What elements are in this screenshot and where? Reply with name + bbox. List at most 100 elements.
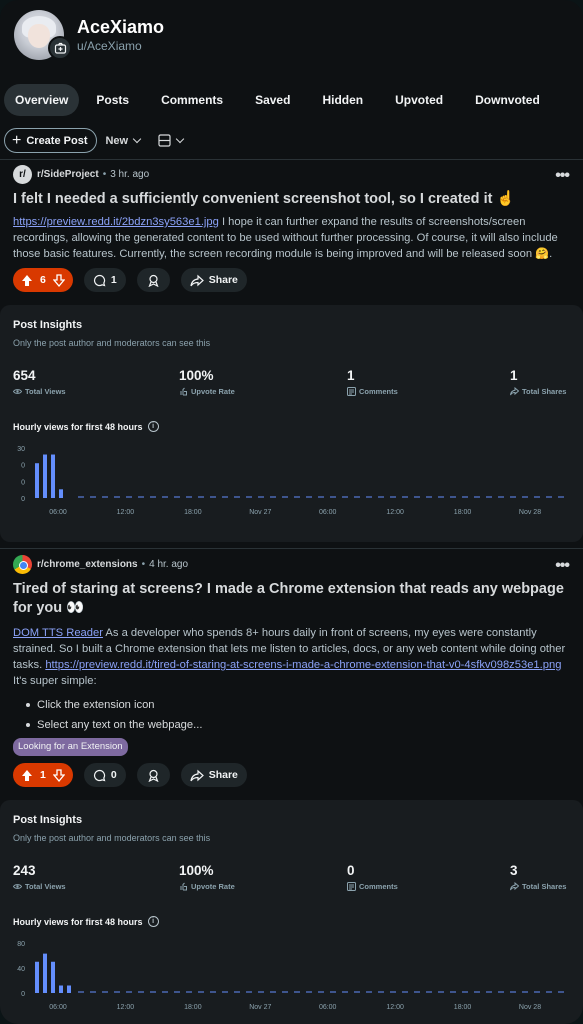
- vote-control: 6: [13, 268, 73, 292]
- downvote-icon[interactable]: [52, 273, 66, 287]
- post-age: 3 hr. ago: [110, 169, 150, 180]
- share-icon: [190, 769, 204, 781]
- more-options-icon[interactable]: •••: [555, 167, 570, 185]
- chart-bar: [35, 961, 39, 993]
- info-icon[interactable]: i: [147, 421, 159, 432]
- tab-comments[interactable]: Comments: [150, 84, 234, 116]
- tab-saved[interactable]: Saved: [244, 84, 301, 116]
- downvote-icon[interactable]: [52, 768, 66, 782]
- post-body: DOM TTS Reader As a developer who spends…: [13, 625, 573, 756]
- divider: [0, 159, 583, 160]
- post-link[interactable]: https://preview.redd.it/tired-of-staring…: [45, 659, 561, 671]
- award-button[interactable]: [136, 763, 170, 787]
- share-icon: [510, 387, 519, 396]
- stat-value: 3: [510, 863, 518, 878]
- tab-posts[interactable]: Posts: [85, 84, 140, 116]
- post-actions: 6 1 Share: [13, 268, 247, 292]
- post-title[interactable]: I felt I needed a sufficiently convenien…: [13, 190, 573, 209]
- divider: [0, 548, 583, 549]
- y-tick-label: 80: [17, 941, 25, 948]
- hourly-views-label: Hourly views for first 48 hours: [13, 916, 143, 927]
- stat-value: 1: [510, 368, 518, 383]
- x-tick-label: 12:00: [117, 1004, 135, 1011]
- y-tick-label: 30: [17, 446, 25, 453]
- x-tick-label: 12:00: [117, 509, 135, 516]
- toolbar: + Create Post New: [4, 128, 185, 153]
- sort-dropdown[interactable]: New: [105, 134, 142, 147]
- hourly-views-chart: 80 40 0 06:00 12:00 18:00 Nov 27 06:00 12:00 18:0…: [17, 941, 565, 1011]
- tab-overview[interactable]: Overview: [4, 84, 80, 116]
- tab-upvoted[interactable]: Upvoted: [384, 84, 454, 116]
- separator-dot: •: [102, 169, 107, 180]
- display-name: AceXiamo: [77, 17, 165, 37]
- tab-hidden[interactable]: Hidden: [311, 84, 374, 116]
- vote-control: 1: [13, 763, 73, 787]
- x-tick-label: 18:00: [454, 1004, 472, 1011]
- separator-dot: •: [141, 559, 146, 570]
- y-tick-label: 40: [17, 966, 25, 973]
- stat-label: Upvote Rate: [191, 387, 235, 396]
- eye-icon: [13, 884, 22, 889]
- chevron-down-icon: [175, 134, 185, 144]
- post-link[interactable]: https://preview.redd.it/2bdzn3sy563e1.jp…: [13, 216, 219, 228]
- x-tick-label: 06:00: [319, 1004, 337, 1011]
- stat-value: 0: [347, 863, 355, 878]
- post-meta: r/chrome_extensions • 4 hr. ago: [13, 555, 188, 574]
- upvote-icon[interactable]: [20, 768, 34, 782]
- chart-bar: [51, 454, 55, 498]
- insights-title: Post Insights: [13, 814, 83, 826]
- stat-label: Total Views: [25, 387, 66, 396]
- x-tick-label: 18:00: [184, 509, 202, 516]
- more-options-icon[interactable]: •••: [555, 557, 570, 575]
- comment-count: 0: [110, 769, 117, 781]
- stat-value: 243: [13, 863, 36, 878]
- comments-button[interactable]: 0: [83, 763, 126, 787]
- info-icon[interactable]: i: [147, 916, 159, 927]
- add-avatar-icon[interactable]: [48, 36, 72, 60]
- chevron-down-icon: [132, 134, 142, 144]
- list-item: Click the extension icon: [13, 695, 573, 715]
- subreddit-name[interactable]: r/chrome_extensions: [37, 559, 138, 570]
- subreddit-icon[interactable]: r/: [13, 165, 32, 184]
- insights-subtitle: Only the post author and moderators can …: [13, 833, 211, 843]
- upvote-icon[interactable]: [20, 273, 34, 287]
- x-tick-label: 12:00: [386, 1004, 404, 1011]
- stat-value: 1: [347, 368, 355, 383]
- x-tick-label: 06:00: [49, 1004, 67, 1011]
- post-insights: Post Insights Only the post author and m…: [0, 800, 583, 1024]
- post-age: 4 hr. ago: [149, 559, 189, 570]
- post-flair[interactable]: Looking for an Extension: [13, 738, 128, 756]
- comment-icon: [93, 274, 106, 286]
- y-tick-label: 0: [21, 479, 25, 486]
- comments-button[interactable]: 1: [83, 268, 126, 292]
- comments-icon: [347, 882, 356, 891]
- tab-downvoted[interactable]: Downvoted: [464, 84, 551, 116]
- award-button[interactable]: [136, 268, 170, 292]
- subreddit-icon[interactable]: [13, 555, 32, 574]
- x-tick-label: Nov 28: [519, 509, 541, 516]
- share-button[interactable]: Share: [180, 268, 247, 292]
- stat-label: Comments: [359, 387, 398, 396]
- eye-icon: [13, 389, 22, 394]
- post-link[interactable]: DOM TTS Reader: [13, 627, 103, 639]
- create-post-button[interactable]: + Create Post: [4, 128, 98, 153]
- view-layout-dropdown[interactable]: [158, 134, 185, 147]
- post-insights: Post Insights Only the post author and m…: [0, 305, 583, 542]
- subreddit-name[interactable]: r/SideProject: [37, 169, 99, 180]
- chart-bar: [43, 953, 47, 993]
- chart-bar: [51, 961, 55, 993]
- post-title[interactable]: Tired of staring at screens? I made a Ch…: [13, 580, 573, 618]
- hourly-views-heading: Hourly views for first 48 hours i: [13, 916, 159, 927]
- post-actions: 1 0 Share: [13, 763, 247, 787]
- share-button[interactable]: Share: [180, 763, 247, 787]
- hourly-views-label: Hourly views for first 48 hours: [13, 421, 143, 432]
- chart-bar: [43, 454, 47, 498]
- stat-comments: 1 Comments: [347, 368, 398, 396]
- profile-page: AceXiamo u/AceXiamo Overview Posts Comme…: [0, 0, 583, 1024]
- chart-bar: [35, 463, 39, 498]
- stat-upvote-rate: 100% Upvote Rate: [179, 368, 235, 396]
- comment-icon: [93, 769, 106, 781]
- insights-title: Post Insights: [13, 319, 83, 331]
- avatar[interactable]: [14, 10, 72, 60]
- stat-total-views: 243 Total Views: [13, 863, 66, 891]
